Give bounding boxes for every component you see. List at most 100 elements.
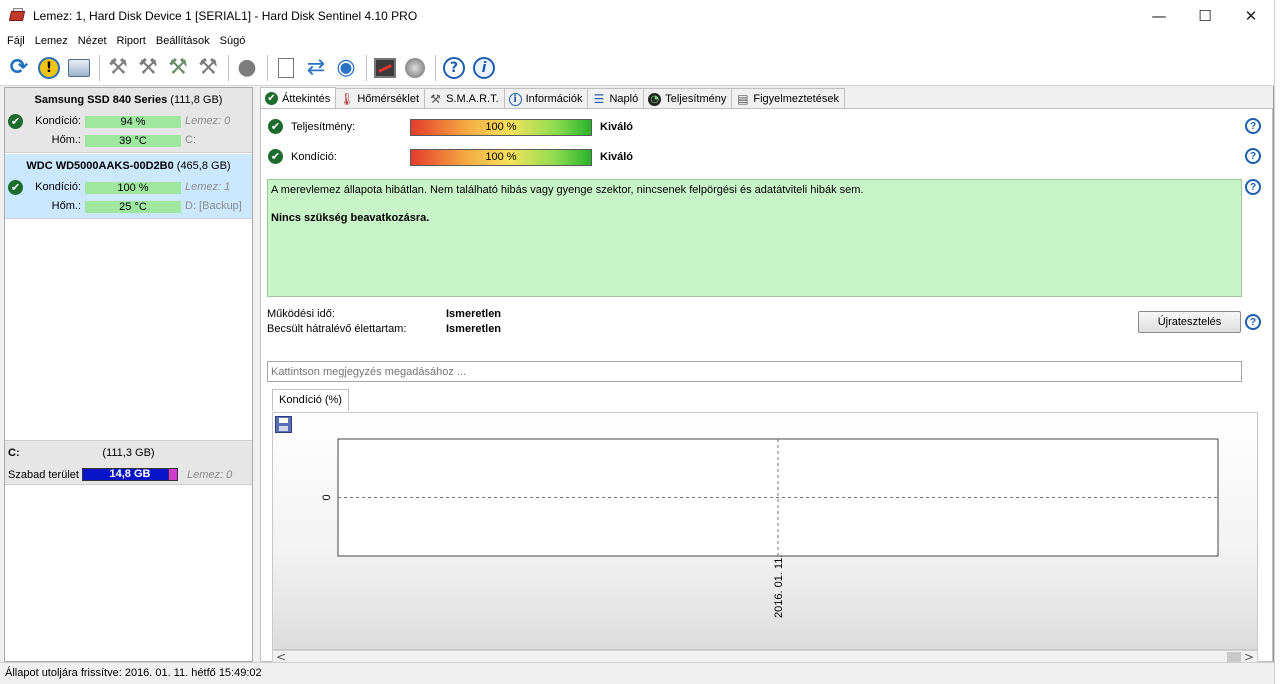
globe-icon: ◉ [336,55,356,80]
volume-name: C: [8,447,20,459]
health-bar: 100 % [410,149,592,166]
health-label: Kondíció: [35,115,81,127]
drive-icon: ⚒ [430,92,441,106]
tab-label: Napló [609,93,639,105]
warning-icon: ! [38,56,60,79]
sync-icon: ⇄ [306,55,326,80]
menu-file[interactable]: Fájl [3,35,31,47]
menu-disk[interactable]: Lemez [31,35,74,47]
lifetime-value: Ismeretlen [446,323,502,335]
refresh-button[interactable]: ⟳ [5,54,33,82]
health-label: Kondíció: [35,181,81,193]
tab-label: Teljesítmény [665,93,727,105]
tab-temperature[interactable]: 🌡 Hőmérséklet [335,88,426,109]
tab-label: S.M.A.R.T. [446,93,499,105]
monitor-button[interactable] [371,54,399,82]
menu-settings[interactable]: Beállítások [152,35,216,47]
about-button[interactable]: i [470,54,498,82]
help-icon[interactable]: ? [1245,118,1261,134]
temperature-label: Hőm.: [51,200,81,212]
title-bar: Lemez: 1, Hard Disk Device 1 [SERIAL1] -… [0,0,1274,32]
menu-view[interactable]: Nézet [74,35,113,47]
x-tick-label: 2016. 01. 11. [773,555,785,618]
retest-button[interactable]: Újratesztelés [1138,311,1241,333]
used-space-bar [168,468,178,481]
status-bar: Állapot utoljára frissítve: 2016. 01. 11… [0,662,1274,684]
chart-tab-health[interactable]: Kondíció (%) [272,389,349,411]
send-report-button[interactable]: ⇄ [302,54,330,82]
toolbar-separator [435,54,436,81]
tab-label: Áttekintés [282,92,331,105]
power-on-label: Működési idő: [267,308,335,320]
drive-letter: C: [185,134,196,146]
tab-label: Hőmérséklet [357,93,420,105]
close-button[interactable]: ✕ [1228,0,1274,32]
network-button[interactable]: ◉ [332,54,360,82]
tab-log[interactable]: ☰ Napló [587,88,645,109]
disk-size: (111,8 GB) [170,94,223,106]
screen-icon [374,57,396,78]
check-icon: ✔ [268,119,283,134]
random-seek-button[interactable]: ⚒ [194,54,222,82]
hard-disk-sentinel-app-icon [8,8,26,24]
surface-test-button[interactable]: ⚒ [104,54,132,82]
menu-bar: Fájl Lemez Nézet Riport Beállítások Súgó [0,32,1274,50]
menu-report[interactable]: Riport [113,35,152,47]
volume-item[interactable]: (111,3 GB) C: Szabad terület 14,8 GB Lem… [5,440,252,485]
scroll-thumb[interactable] [1227,652,1241,662]
tab-smart[interactable]: ⚒ S.M.A.R.T. [424,88,505,109]
health-label: Kondíció: [291,151,337,163]
note-input[interactable] [267,361,1242,382]
free-space-label: Szabad terület [8,469,79,481]
tool-icon: ⚒ [168,55,188,80]
volume-disk-ref: Lemez: 0 [187,469,233,481]
health-bar: 94 % [85,116,181,128]
tab-alerts[interactable]: ▤ Figyelmeztetések [731,88,845,109]
report-button[interactable] [272,54,300,82]
help-icon[interactable]: ? [1245,314,1261,330]
stop-button[interactable]: ● [233,54,261,82]
tab-performance[interactable]: ◔ Teljesítmény [643,88,733,109]
menu-help[interactable]: Súgó [216,35,252,47]
short-test-button[interactable]: ⚒ [134,54,162,82]
health-bar: 100 % [85,182,181,194]
help-icon[interactable]: ? [1245,148,1261,164]
power-on-row: Működési idő: Ismeretlen [267,308,501,322]
tool-icon: ⚒ [138,55,158,80]
alerts-button[interactable]: ! [35,54,63,82]
lifetime-row: Becsült hátralévő élettartam: Ismeretlen [267,323,501,337]
check-icon: ✔ [268,149,283,164]
maximize-button[interactable]: ☐ [1182,0,1228,32]
disk-item-selected[interactable]: WDC WD5000AAKS-00D2B0 (465,8 GB) ✔ Kondí… [5,154,252,219]
health-chart: 2016. 01. 11. 0 [321,438,1219,618]
help-icon[interactable]: ? [1245,179,1261,195]
disk-item[interactable]: Samsung SSD 840 Series (111,8 GB) ✔ Kond… [5,88,252,153]
disk-name: WDC WD5000AAKS-00D2B0 [26,160,174,172]
tab-bar: ✔ Áttekintés 🌡 Hőmérséklet ⚒ S.M.A.R.T. i In… [260,87,845,109]
tab-label: Figyelmeztetések [753,93,839,105]
toolbar: ⟳ ! ⚒ ⚒ ⚒ ⚒ ● ⇄ ◉ ? i [0,50,1274,86]
performance-row: ✔ Teljesítmény: 100 % Kiváló [267,118,1262,136]
tab-overview[interactable]: ✔ Áttekintés [260,87,337,109]
document-icon [278,57,294,78]
info-icon: i [473,56,495,79]
window-title: Lemez: 1, Hard Disk Device 1 [SERIAL1] -… [33,9,418,23]
sound-button[interactable] [401,54,429,82]
tab-information[interactable]: i Információk [503,88,589,109]
minimize-button[interactable]: — [1136,0,1182,32]
status-description: A merevlemez állapota hibátlan. Nem talá… [267,179,1242,297]
temperature-bar: 25 °C [85,201,181,213]
disk-index: Lemez: 1 [185,181,231,193]
disk-name: Samsung SSD 840 Series [34,94,168,106]
performance-label: Teljesítmény: [291,121,356,133]
lifetime-label: Becsült hátralévő élettartam: [267,323,407,335]
gauge-icon: ◔ [648,92,662,106]
disk-size: (465,8 GB) [176,160,231,172]
extended-test-button[interactable]: ⚒ [164,54,192,82]
power-on-value: Ismeretlen [446,308,502,320]
drive-letter: D: [Backup] [185,200,242,212]
disk-info-button[interactable] [65,54,93,82]
health-chart-area: 2016. 01. 11. 0 [272,412,1258,650]
status-action: Nincs szükség beavatkozásra. [271,212,430,224]
help-button[interactable]: ? [440,54,468,82]
